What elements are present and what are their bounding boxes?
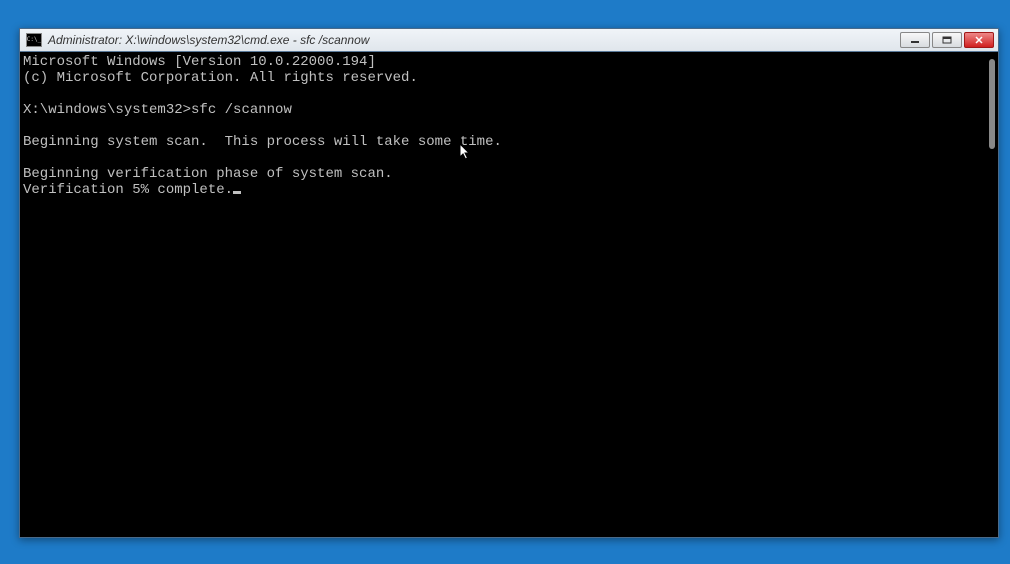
window-controls bbox=[900, 32, 998, 48]
terminal-line: (c) Microsoft Corporation. All rights re… bbox=[23, 70, 418, 86]
cmd-icon bbox=[26, 33, 42, 47]
maximize-icon bbox=[942, 36, 952, 44]
terminal-command: sfc /scannow bbox=[191, 102, 292, 118]
terminal-line: Microsoft Windows [Version 10.0.22000.19… bbox=[23, 54, 376, 70]
titlebar[interactable]: Administrator: X:\windows\system32\cmd.e… bbox=[20, 29, 998, 52]
terminal-prompt: X:\windows\system32> bbox=[23, 102, 191, 118]
terminal-output[interactable]: Microsoft Windows [Version 10.0.22000.19… bbox=[20, 52, 998, 537]
text-cursor bbox=[233, 191, 241, 194]
terminal-line: Verification 5% complete. bbox=[23, 182, 233, 198]
maximize-button[interactable] bbox=[932, 32, 962, 48]
window-title: Administrator: X:\windows\system32\cmd.e… bbox=[48, 33, 900, 47]
scrollbar-thumb[interactable] bbox=[989, 59, 995, 149]
minimize-icon bbox=[910, 36, 920, 44]
close-button[interactable] bbox=[964, 32, 994, 48]
minimize-button[interactable] bbox=[900, 32, 930, 48]
terminal-line: Beginning system scan. This process will… bbox=[23, 134, 502, 150]
cmd-window: Administrator: X:\windows\system32\cmd.e… bbox=[19, 28, 999, 538]
terminal-line: Beginning verification phase of system s… bbox=[23, 166, 393, 182]
close-icon bbox=[974, 36, 984, 44]
